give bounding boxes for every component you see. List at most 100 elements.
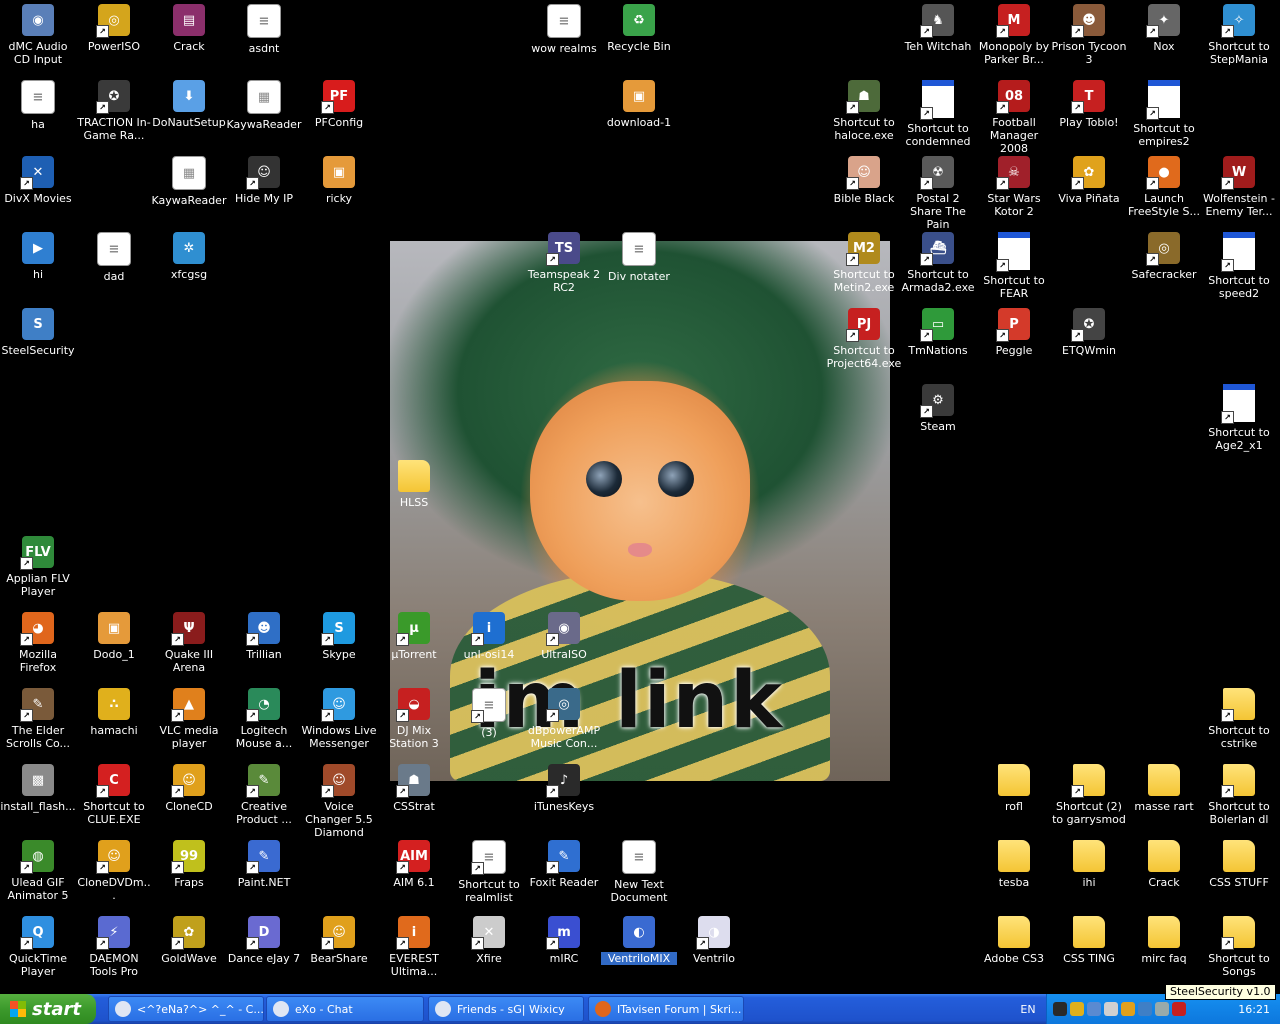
desktop-icon-the-elder-scrolls-co[interactable]: ✎ ↗ The Elder Scrolls Co... [0,685,76,755]
desktop-icon-foxit-reader[interactable]: ✎ ↗ Foxit Reader [526,837,602,907]
desktop-icon-voice-changer-5-5-diamond[interactable]: ☺ ↗ Voice Changer 5.5 Diamond [301,761,377,839]
desktop-icon-ihi[interactable]: ↗ ihi [1051,837,1127,907]
desktop-icon-crack[interactable]: ▤↗ Crack [151,1,227,71]
desktop-icon-paint-net[interactable]: ✎ ↗ Paint.NET [226,837,302,907]
desktop-icon-poweriso[interactable]: ◎ ↗ PowerISO [76,1,152,71]
desktop-icon-divx-movies[interactable]: ✕ ↗ DivX Movies [0,153,76,223]
hamachi-icon[interactable] [1121,1002,1135,1016]
desktop-icon-ha[interactable]: ≡↗ ha [0,77,76,147]
desktop-icon-crack[interactable]: ↗ Crack [1126,837,1202,907]
shield-icon[interactable] [1070,1002,1084,1016]
language-indicator[interactable]: EN [1010,994,1046,1024]
desktop-icon-unl-osi14[interactable]: i ↗ unl-osi14 [451,609,527,679]
steelsecurity-icon[interactable] [1138,1002,1152,1016]
desktop-icon-adobe-cs3[interactable]: ↗ Adobe CS3 [976,913,1052,983]
desktop-icon-clonedvdm[interactable]: ☺ ↗ CloneDVDm... [76,837,152,907]
desktop-icon-kaywareader[interactable]: ▦↗ KaywaReader [151,153,227,223]
desktop-icon-css-ting[interactable]: ↗ CSS TING [1051,913,1127,983]
desktop-icon-shortcut-to-bolerlan-dl[interactable]: ↗ Shortcut to Bolerlan dl [1201,761,1277,831]
desktop-icon-dmc-audio-cd-input[interactable]: ◉↗ dMC Audio CD Input [0,1,76,71]
desktop-icon-shortcut-to-songs[interactable]: ↗ Shortcut to Songs [1201,913,1277,983]
desktop-icon-bearshare[interactable]: ☺ ↗ BearShare [301,913,377,983]
desktop-icon-shortcut-to-cstrike[interactable]: ↗ Shortcut to cstrike [1201,685,1277,755]
desktop-icon-div-notater[interactable]: ≡↗ Div notater [601,229,677,299]
desktop-icon-dj-mix-station-3[interactable]: ◒ ↗ DJ Mix Station 3 [376,685,452,755]
desktop-icon-teh-witchah[interactable]: ♞ ↗ Teh Witchah [900,1,976,71]
taskbar-button-friends[interactable]: Friends - sG| Wixicy [428,996,584,1022]
desktop-icon-traction-in-game-ra[interactable]: ✪ ↗ TRACTION In-Game Ra... [76,77,152,147]
desktop-icon-mirc-faq[interactable]: ↗ mirc faq [1126,913,1202,983]
desktop-icon-bible-black[interactable]: ☺ ↗ Bible Black [826,153,902,223]
desktop-icon-wow-realms[interactable]: ≡↗ wow realms [526,1,602,71]
desktop-icon-shortcut-to-armada2-exe[interactable]: ⛴ ↗ Shortcut to Armada2.exe [900,229,976,299]
desktop-icon-aim-6-1[interactable]: AIM ↗ AIM 6.1 [376,837,452,907]
desktop-icon-shortcut-to-haloce-exe[interactable]: ☗ ↗ Shortcut to haloce.exe [826,77,902,147]
desktop-icon-fraps[interactable]: 99 ↗ Fraps [151,837,227,907]
desktop-icon-ventrilomix[interactable]: ◐↗ VentriloMIX [601,913,677,983]
desktop-icon-xfcgsg[interactable]: ✲↗ xfcgsg [151,229,227,299]
desktop-icon-shortcut-2-to-garrysmod[interactable]: ↗ Shortcut (2) to garrysmod [1051,761,1127,831]
desktop-icon-shortcut-to-metin2-exe[interactable]: M2 ↗ Shortcut to Metin2.exe [826,229,902,299]
desktop-icon-steelsecurity[interactable]: S↗ SteelSecurity [0,305,76,375]
desktop-icon-shortcut-to-clue-exe[interactable]: C ↗ Shortcut to CLUE.EXE [76,761,152,831]
desktop-icon-torrent[interactable]: µ ↗ µTorrent [376,609,452,679]
desktop-icon-ituneskeys[interactable]: ♪ ↗ iTunesKeys [526,761,602,831]
desktop-icon-hlss[interactable]: ↗ HLSS [376,457,452,527]
desktop-icon-ulead-gif-animator-5[interactable]: ◍ ↗ Ulead GIF Animator 5 [0,837,76,907]
desktop-icon-masse-rart[interactable]: ↗ masse rart [1126,761,1202,831]
speaker-icon[interactable] [1104,1002,1118,1016]
desktop-icon-clonecd[interactable]: ☺ ↗ CloneCD [151,761,227,831]
desktop-icon-ricky[interactable]: ▣↗ ricky [301,153,377,223]
desktop-icon-mirc[interactable]: m ↗ mIRC [526,913,602,983]
desktop-icon-shortcut-to-empires2[interactable]: ↗ Shortcut to empires2 [1126,77,1202,148]
desktop-icon-hi[interactable]: ▶↗ hi [0,229,76,299]
desktop-icon-safecracker[interactable]: ◎ ↗ Safecracker [1126,229,1202,299]
desktop-icon-wolfenstein-enemy-ter[interactable]: W ↗ Wolfenstein - Enemy Ter... [1201,153,1277,223]
desktop-icon-shortcut-to-fear[interactable]: ↗ Shortcut to FEAR [976,229,1052,300]
desktop-icon-peggle[interactable]: P ↗ Peggle [976,305,1052,375]
network-icon[interactable] [1087,1002,1101,1016]
desktop-icon-xfire[interactable]: ✕ ↗ Xfire [451,913,527,983]
desktop-icon-creative-product[interactable]: ✎ ↗ Creative Product ... [226,761,302,831]
desktop-icon-launch-freestyle-s[interactable]: ● ↗ Launch FreeStyle S... [1126,153,1202,223]
desktop-icon-ventrilo[interactable]: ◑ ↗ Ventrilo [676,913,752,983]
desktop-icon-shortcut-to-condemned[interactable]: ↗ Shortcut to condemned [900,77,976,148]
desktop-icon-shortcut-to-stepmania[interactable]: ✧ ↗ Shortcut to StepMania [1201,1,1277,71]
desktop-icon-mozilla-firefox[interactable]: ◕ ↗ Mozilla Firefox [0,609,76,679]
desktop-icon-monopoly-by-parker-br[interactable]: M ↗ Monopoly by Parker Br... [976,1,1052,71]
desktop-icon-shortcut-to-speed2[interactable]: ↗ Shortcut to speed2 [1201,229,1277,300]
desktop-icon-shortcut-to-age2-x1[interactable]: ↗ Shortcut to Age2_x1 [1201,381,1277,452]
desktop-icon-quicktime-player[interactable]: Q ↗ QuickTime Player [0,913,76,983]
desktop-icon-recycle-bin[interactable]: ♻↗ Recycle Bin [601,1,677,71]
desktop-icon-3[interactable]: ≡ ↗ (3) [451,685,527,755]
desktop-icon-windows-live-messenger[interactable]: ☺ ↗ Windows Live Messenger [301,685,377,755]
desktop-icon-rofl[interactable]: ↗ rofl [976,761,1052,831]
desktop-icon-skype[interactable]: S ↗ Skype [301,609,377,679]
desktop-icon-applian-flv-player[interactable]: FLV ↗ Applian FLV Player [0,533,76,603]
desktop-icon-pfconfig[interactable]: PF ↗ PFConfig [301,77,377,147]
desktop-icon-logitech-mouse-a[interactable]: ◔ ↗ Logitech Mouse a... [226,685,302,755]
desktop-icon-asdnt[interactable]: ≡↗ asdnt [226,1,302,71]
mouse-icon[interactable] [1155,1002,1169,1016]
desktop-icon-shortcut-to-realmlist[interactable]: ≡ ↗ Shortcut to realmlist [451,837,527,907]
desktop-icon-prison-tycoon-3[interactable]: ☻ ↗ Prison Tycoon 3 [1051,1,1127,71]
desktop-icon-postal-2-share-the-pain[interactable]: ☢ ↗ Postal 2 Share The Pain [900,153,976,231]
desktop-icon-everest-ultima[interactable]: i ↗ EVEREST Ultima... [376,913,452,983]
desktop-icon-tesba[interactable]: ↗ tesba [976,837,1052,907]
desktop-icon-quake-iii-arena[interactable]: Ψ ↗ Quake III Arena [151,609,227,679]
desktop-icon-hide-my-ip[interactable]: ☺ ↗ Hide My IP [226,153,302,223]
desktop-icon-star-wars-kotor-2[interactable]: ☠ ↗ Star Wars Kotor 2 [976,153,1052,223]
desktop-icon-teamspeak-2-rc2[interactable]: TS ↗ Teamspeak 2 RC2 [526,229,602,299]
desktop-icon-css-stuff[interactable]: ↗ CSS STUFF [1201,837,1277,907]
desktop-icon-donautsetup[interactable]: ⬇↗ DoNautSetup [151,77,227,147]
desktop-icon-dodo-1[interactable]: ▣↗ Dodo_1 [76,609,152,679]
desktop-icon-etqwmin[interactable]: ✪ ↗ ETQWmin [1051,305,1127,375]
desktop-icon-csstrat[interactable]: ☗ ↗ CSStrat [376,761,452,831]
taskbar-button-chat-1[interactable]: <^?eNa?^> ^_^ - C... [108,996,264,1022]
desktop-icon-new-text-document[interactable]: ≡↗ New Text Document [601,837,677,907]
desktop-icon-trillian[interactable]: ☻ ↗ Trillian [226,609,302,679]
desktop-icon-vlc-media-player[interactable]: ▲ ↗ VLC media player [151,685,227,755]
steam-icon[interactable] [1053,1002,1067,1016]
desktop-icon-dbpoweramp-music-con[interactable]: ◎ ↗ dBpowerAMP Music Con... [526,685,602,755]
desktop-icon-kaywareader[interactable]: ▦↗ KaywaReader [226,77,302,147]
